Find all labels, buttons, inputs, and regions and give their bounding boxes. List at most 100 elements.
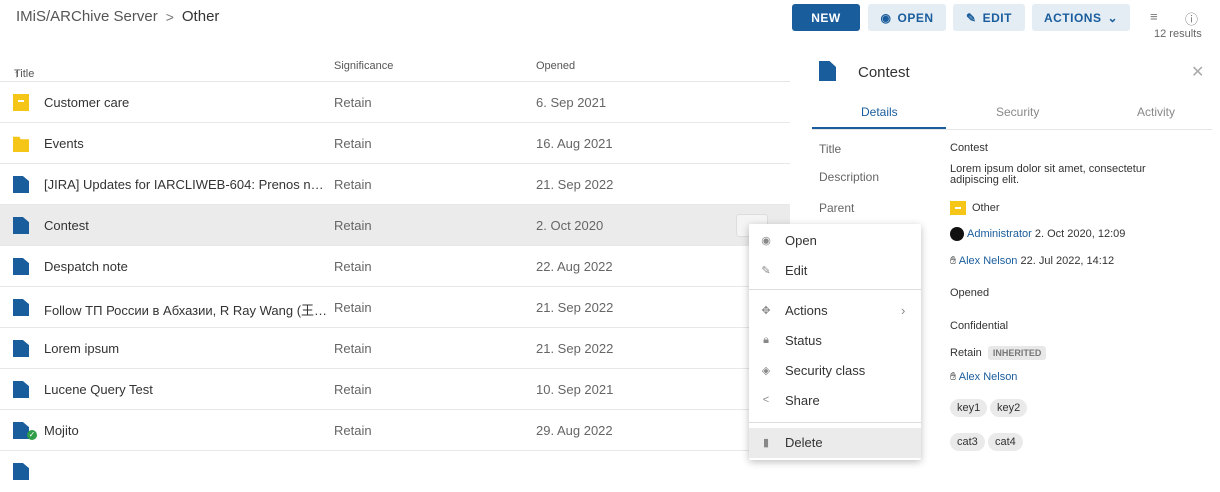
table-row[interactable]: Lucene Query Test Retain 10. Sep 2021 [0,369,790,410]
inherited-badge: INHERITED [987,346,1047,360]
lock-icon: 🔒︎ [763,334,769,346]
value-description: Lorem ipsum dolor sit amet, consectetur … [950,163,1146,186]
close-icon[interactable]: ✕ [1191,62,1204,82]
table-row[interactable]: Customer care Retain 6. Sep 2021 [0,82,790,123]
tab-details[interactable]: Details [861,105,898,119]
table-row[interactable]: ✓ Mojito Retain 29. Aug 2022 [0,410,790,451]
row-title: Customer care [44,95,130,110]
tab-activity[interactable]: Activity [1137,105,1175,119]
row-title: Lorem ipsum [44,341,120,356]
panel-title: Contest [858,64,910,81]
table-row[interactable]: Follow ТП России в Абхазии, R Ray Wang (… [0,287,790,328]
keywords: key1 key2 [950,399,1150,421]
row-title: [JIRA] Updates for IARCLIWEB-604: Prenos… [44,177,329,192]
table-header: Title ↑ Significance Opened [0,52,790,82]
row-title: Mojito [44,423,79,438]
move-icon: ✥ [761,305,771,317]
table-row[interactable]: Despatch note Retain 22. Aug 2022 [0,246,790,287]
tab-security[interactable]: Security [996,105,1039,119]
significance-text: Retain [950,347,982,359]
breadcrumb-root[interactable]: IMiS/ARChive Server [16,8,158,25]
document-icon [13,217,29,234]
open-button-label: OPEN [897,10,934,25]
table-row[interactable]: Events Retain 16. Aug 2021 [0,123,790,164]
box-icon [950,201,966,215]
keyword-chip[interactable]: key1 [950,399,988,417]
row-significance: Retain [334,341,372,356]
trash-icon: ▮ [762,437,770,449]
row-significance: Retain [334,300,372,315]
breadcrumb: IMiS/ARChive Server > Other [16,8,219,25]
pencil-icon: ✎ [966,10,977,25]
pencil-icon: ✎ [761,265,771,277]
owner-link[interactable]: Alex Nelson [959,371,1018,383]
list-view-icon[interactable]: ≡ [1150,9,1158,24]
value-parent[interactable]: Other [950,201,1000,215]
edit-button-label: EDIT [982,10,1012,25]
document-icon [13,463,29,480]
box-icon [13,94,29,111]
row-significance: Retain [334,259,372,274]
share-icon: < [762,394,770,406]
modified-on: 22. Jul 2022, 14:12 [1020,255,1115,267]
row-title: Despatch note [44,259,128,274]
document-icon [819,61,836,81]
row-opened: 29. Aug 2022 [536,423,613,438]
row-opened: 16. Aug 2021 [536,136,613,151]
tab-divider [812,129,1212,130]
label-parent: Parent [819,201,855,215]
document-icon [13,258,29,275]
keyword-chip[interactable]: key2 [990,399,1028,417]
chevron-down-icon: ⌄ [1107,10,1119,25]
breadcrumb-current: Other [181,8,220,25]
table-row-partial[interactable] [0,451,790,492]
modified-by-link[interactable]: Alex Nelson [959,255,1018,267]
created-on: 2. Oct 2020, 12:09 [1034,227,1126,240]
document-icon [13,299,29,316]
row-opened: 2. Oct 2020 [536,218,604,233]
row-opened: 21. Sep 2022 [536,300,614,315]
sort-ascending-icon: ↑ [14,68,20,80]
info-icon[interactable]: ⓘ [1185,9,1198,28]
eye-icon: ◉ [761,235,771,247]
row-opened: 21. Sep 2022 [536,341,614,356]
results-count: 12 results [1154,28,1202,40]
actions-button[interactable]: ACTIONS ⌄ [1032,4,1130,31]
value-owner: ✋︎ Alex Nelson [950,371,1017,384]
row-significance: Retain [334,95,372,110]
details-panel: Contest ✕ Details Security Activity Titl… [797,44,1220,465]
category-chip[interactable]: cat4 [988,433,1023,451]
row-title: Events [44,136,84,151]
value-title: Contest [950,142,988,154]
row-opened: 10. Sep 2021 [536,382,614,397]
row-significance: Retain [334,218,372,233]
value-security: Confidential [950,320,1009,332]
user-hand-icon: ✋︎ [950,371,957,383]
label-description: Description [819,170,880,184]
value-created: Administrator 2. Oct 2020, 12:09 [950,227,1125,241]
tab-active-indicator [812,127,946,129]
row-title: Follow ТП России в Абхазии, R Ray Wang (… [44,303,329,318]
categories: cat3 cat4 [950,433,1150,455]
folder-icon [13,136,29,152]
row-opened: 21. Sep 2022 [536,177,614,192]
category-chip[interactable]: cat3 [950,433,985,451]
edit-button[interactable]: ✎ EDIT [953,4,1025,31]
table-row-selected[interactable]: Contest Retain 2. Oct 2020 [0,205,790,246]
open-button[interactable]: ◉ OPEN [868,4,946,31]
column-header-opened[interactable]: Opened [536,60,575,72]
value-modified: ✋︎ Alex Nelson 22. Jul 2022, 14:12 [950,255,1114,268]
document-icon [13,381,29,398]
column-header-significance[interactable]: Significance [334,60,393,72]
document-icon [13,340,29,357]
row-opened: 22. Aug 2022 [536,259,613,274]
breadcrumb-separator: > [165,8,174,25]
created-by-link[interactable]: Administrator [967,228,1032,240]
row-opened: 6. Sep 2021 [536,95,607,110]
table-row[interactable]: Lorem ipsum Retain 21. Sep 2022 [0,328,790,369]
table-row[interactable]: [JIRA] Updates for IARCLIWEB-604: Prenos… [0,164,790,205]
document-icon [13,176,29,193]
new-button[interactable]: NEW [792,4,860,31]
user-hand-icon: ✋︎ [950,255,957,267]
avatar [950,227,964,241]
